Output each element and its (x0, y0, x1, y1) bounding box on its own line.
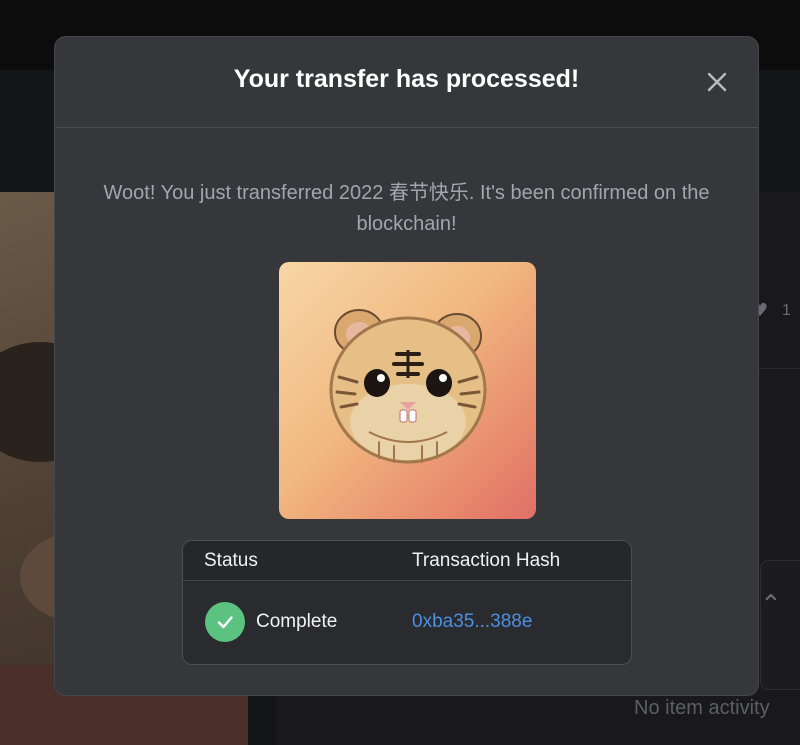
transaction-hash-link[interactable]: 0xba35...388e (412, 611, 532, 633)
table-header: Status Transaction Hash (183, 541, 631, 581)
status-value: Complete (256, 611, 338, 632)
status-cell: Complete (205, 602, 337, 642)
check-circle-icon (205, 602, 245, 642)
close-icon (707, 72, 727, 92)
confirmation-message: Woot! You just transferred 2022 春节快乐. It… (103, 182, 710, 235)
background-chart-card (760, 560, 800, 690)
table-row: Complete 0xba35...388e (183, 581, 631, 664)
chart-icon: ⌃ (760, 590, 782, 620)
nft-image (279, 262, 536, 519)
transaction-status-table: Status Transaction Hash Complete 0xba35.… (182, 540, 632, 665)
like-count: 1 (782, 302, 791, 319)
transfer-success-modal: Your transfer has processed! Woot! You j… (54, 36, 759, 696)
modal-title: Your transfer has processed! (233, 65, 580, 93)
column-header-status: Status (204, 550, 258, 571)
column-header-transaction-hash: Transaction Hash (412, 550, 561, 571)
no-activity-text: No item activity (634, 697, 770, 719)
modal-header: Your transfer has processed! (55, 37, 758, 128)
close-button[interactable] (704, 69, 730, 95)
tiger-cartoon-image (329, 309, 487, 464)
